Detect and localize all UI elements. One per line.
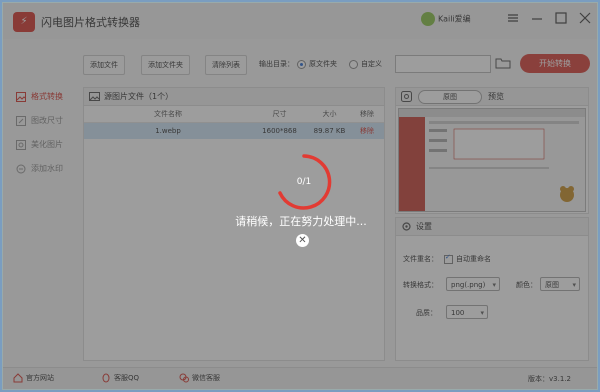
- progress-count: 0/1: [296, 177, 312, 187]
- close-icon[interactable]: ✕: [296, 234, 309, 247]
- processing-overlay: 0/1 请稍候，正在努力处理中... ✕: [3, 3, 597, 389]
- processing-message: 请稍候，正在努力处理中...: [235, 215, 367, 228]
- app-window: ⚡ 闪电图片格式转换器 Kaili爱编 添加文件 添加文件夹 清除列表 输出目录…: [2, 2, 598, 390]
